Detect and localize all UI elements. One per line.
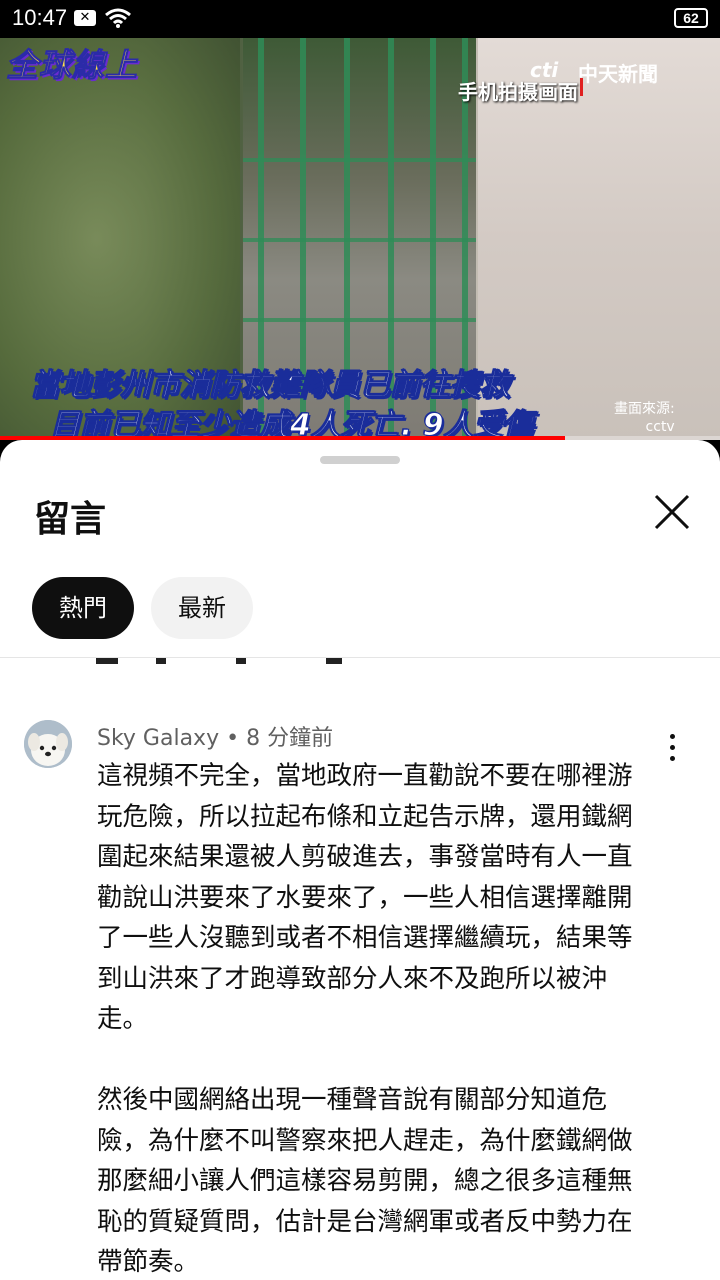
- comment-paragraph: 然後中國網絡出現一種聲音說有關部分知道危險，為什麼不叫警察來把人趕走，為什麼鐵網…: [97, 1085, 633, 1277]
- header-divider: [0, 657, 720, 658]
- network-logo: 中天新聞: [578, 62, 658, 86]
- comment-paragraph: 這視頻不完全，當地政府一直勸說不要在哪裡游玩危險，所以拉起布條和立起告示牌，還用…: [97, 761, 633, 1034]
- sheet-drag-handle[interactable]: [320, 456, 400, 464]
- dot: [670, 756, 675, 761]
- comments-title: 留言: [34, 499, 107, 540]
- battery-icon: 62: [674, 8, 708, 28]
- comment-author[interactable]: Sky Galaxy: [97, 726, 219, 751]
- video-player[interactable]: 全球線上 cti 中天新聞 手机拍摄画面 當地彭州市消防救難隊員已前往搜救 目前…: [0, 38, 720, 440]
- dot: [670, 734, 675, 739]
- dot: [670, 745, 675, 750]
- comments-sheet: 留言 熱門 最新 Sky Galaxy • 8 分鐘前 這視頻不完全，當地政府一…: [0, 440, 720, 1280]
- comment-more-options-icon[interactable]: [656, 728, 688, 768]
- fence-rail: [243, 238, 476, 242]
- wifi-icon: [105, 8, 131, 28]
- notification-x-icon: ✕: [74, 10, 96, 26]
- tab-top-comments[interactable]: 熱門: [32, 577, 134, 639]
- comment-meta: Sky Galaxy • 8 分鐘前: [97, 720, 333, 752]
- footage-source: 畫面來源: cctv: [614, 400, 675, 436]
- comment-time: 8 分鐘前: [246, 726, 334, 751]
- comment-body: 這視頻不完全，當地政府一直勸說不要在哪裡游玩危險，所以拉起布條和立起告示牌，還用…: [97, 756, 657, 1280]
- close-icon[interactable]: [648, 488, 696, 536]
- meta-separator: •: [219, 726, 247, 751]
- puppy-avatar-icon: [24, 720, 72, 768]
- fence-rail: [243, 318, 476, 322]
- avatar[interactable]: [24, 720, 72, 768]
- fence-rail: [243, 158, 476, 162]
- video-subtitle-line-1: 當地彭州市消防救難隊員已前往搜救: [30, 368, 511, 404]
- footage-source-name: cctv: [645, 419, 675, 435]
- channel-logo: 全球線上: [5, 46, 139, 85]
- tab-newest-comments[interactable]: 最新: [151, 577, 253, 639]
- footage-source-label: 畫面來源:: [614, 401, 675, 417]
- phone-footage-label: 手机拍摄画面: [458, 80, 578, 104]
- status-time: 10:47: [12, 5, 68, 30]
- video-subtitle-line-2: 目前已知至少造成4人死亡. 9人受傷: [50, 408, 535, 441]
- previous-comment-clipped: [96, 658, 376, 664]
- status-bar: 10:47 ✕ 62: [0, 0, 720, 38]
- label-accent-bar: [580, 78, 583, 96]
